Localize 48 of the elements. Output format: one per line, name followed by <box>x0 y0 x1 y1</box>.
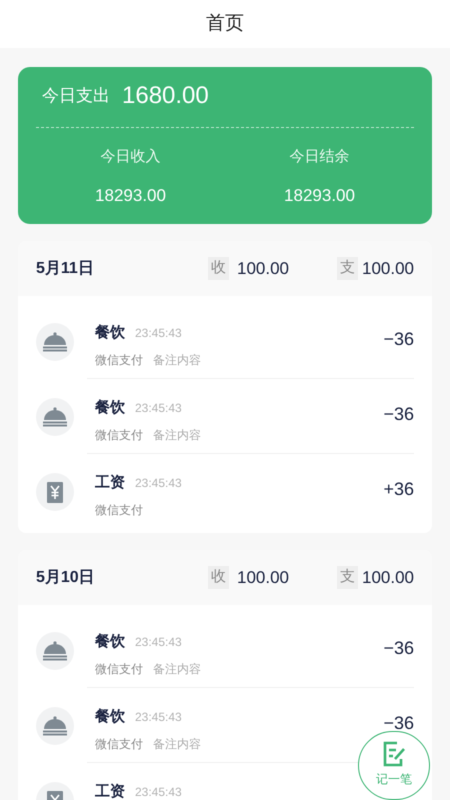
item-note: 备注内容 <box>153 660 201 678</box>
cloche-icon <box>36 632 74 670</box>
day-date: 5月11日 <box>36 258 95 278</box>
expense-tag: 支 <box>337 566 358 589</box>
expense-label: 今日支出 <box>42 85 110 108</box>
item-note: 备注内容 <box>153 426 201 444</box>
item-time: 23:45:43 <box>135 400 182 417</box>
income-tag: 收 <box>208 257 229 280</box>
item-amount: +36 <box>383 478 414 501</box>
expense-total: 100.00 <box>362 258 414 280</box>
payment-method: 微信支付 <box>95 736 143 752</box>
cloche-icon <box>36 706 74 744</box>
item-category: 餐饮 <box>95 707 125 727</box>
payment-method: 微信支付 <box>95 660 143 678</box>
item-note: 备注内容 <box>153 352 201 368</box>
item-time: 23:45:43 <box>135 475 182 492</box>
income-tag: 收 <box>208 566 229 589</box>
item-time: 23:45:43 <box>135 784 182 800</box>
income-amount: 100.00 <box>237 566 289 589</box>
yen-receipt-icon <box>36 472 74 510</box>
payment-method: 微信支付 <box>95 426 143 444</box>
payment-method: 微信支付 <box>95 502 143 518</box>
item-time: 23:45:43 <box>135 325 182 342</box>
expense-amount: 1680.00 <box>122 81 209 111</box>
stat-label: 今日结余 <box>290 147 350 167</box>
edit-note-icon <box>382 741 406 767</box>
income-amount: 100.00 <box>237 258 289 280</box>
item-category: 工资 <box>95 782 125 800</box>
item-amount: −36 <box>383 402 414 426</box>
cloche-icon <box>36 398 74 436</box>
expense-total: 100.00 <box>362 566 414 589</box>
item-time: 23:45:43 <box>135 709 182 726</box>
item-category: 餐饮 <box>95 398 125 418</box>
item-note: 备注内容 <box>153 736 201 752</box>
item-category: 工资 <box>95 473 125 493</box>
cloche-icon <box>36 322 74 360</box>
item-time: 23:45:43 <box>135 634 182 651</box>
page-title: 首页 <box>206 12 244 36</box>
day-date: 5月10日 <box>36 568 96 588</box>
stat-label: 今日收入 <box>100 147 160 167</box>
stat-value: 18293.00 <box>284 184 355 206</box>
payment-method: 微信支付 <box>95 352 143 368</box>
item-amount: −36 <box>383 636 414 660</box>
item-category: 餐饮 <box>95 632 125 652</box>
item-amount: −36 <box>383 328 414 350</box>
expense-tag: 支 <box>337 257 358 280</box>
item-category: 餐饮 <box>95 323 125 343</box>
stat-value: 18293.00 <box>95 184 166 206</box>
